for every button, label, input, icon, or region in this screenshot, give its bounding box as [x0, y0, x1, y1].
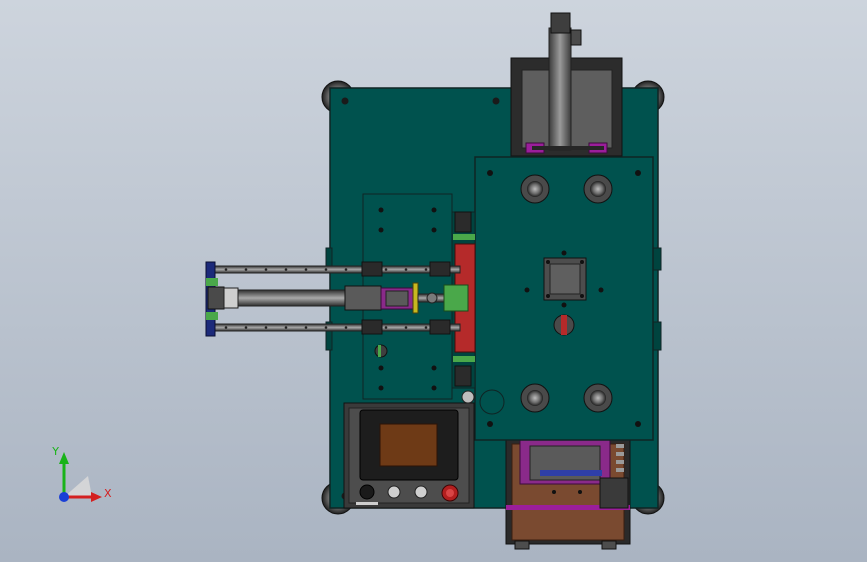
push-button[interactable]: [414, 485, 428, 499]
box-foot: [514, 540, 530, 550]
cylinder-end-block: [344, 285, 382, 311]
end-fitting: [207, 286, 225, 310]
cad-viewport[interactable]: Y X: [0, 0, 867, 562]
triad-z-axis: [59, 492, 69, 502]
center-flange-inner: [549, 263, 581, 295]
push-button[interactable]: [387, 485, 401, 499]
clamp-core: [385, 290, 409, 307]
guide-bushing: [583, 174, 613, 204]
column-cap: [454, 211, 472, 233]
bolt-hole: [580, 294, 584, 298]
linear-rail-upper: [211, 265, 461, 274]
bolt-hole: [492, 97, 500, 105]
triad-y-arrow: [59, 452, 69, 464]
side-tab: [652, 247, 662, 271]
green-coupler: [443, 284, 469, 312]
bottom-copper-box[interactable]: [505, 439, 631, 550]
green-tab: [453, 356, 475, 362]
cylinder-fitting: [570, 29, 582, 46]
green-tab: [453, 234, 475, 240]
hmi-screen[interactable]: [379, 423, 438, 467]
column-cap: [454, 365, 472, 387]
linear-rail-lower: [211, 323, 461, 332]
box-foot: [601, 540, 617, 550]
vertical-cylinder: [548, 27, 572, 151]
cylinder-cap: [550, 12, 571, 34]
bolt-hole: [578, 490, 582, 494]
green-clip: [206, 278, 218, 286]
triad-x-arrow: [91, 492, 102, 502]
small-fitting: [461, 390, 475, 404]
top-cylinder-assembly[interactable]: [510, 12, 623, 157]
green-clip: [206, 312, 218, 320]
guide-bushing: [520, 383, 550, 413]
bolt-hole: [580, 260, 584, 264]
blue-bar: [540, 470, 602, 476]
emergency-stop-cap: [446, 489, 454, 497]
horizontal-cylinder-barrel: [221, 289, 348, 307]
bolt-hole: [341, 97, 349, 105]
rail-carriage: [361, 319, 383, 335]
rail-carriage: [361, 261, 383, 277]
side-tab: [652, 321, 662, 351]
end-cap: [223, 287, 239, 309]
bolt-hole: [546, 294, 550, 298]
label-plate: [356, 502, 378, 505]
guide-bushing: [520, 174, 550, 204]
coordinate-triad: Y X: [51, 445, 112, 502]
triad-y-label: Y: [51, 445, 59, 458]
bolt-hole: [546, 260, 550, 264]
indicator-mark: [561, 315, 567, 335]
round-cover: [479, 389, 505, 415]
selector-switch[interactable]: [359, 484, 375, 500]
rail-carriage: [429, 261, 451, 277]
cylinder-bar: [532, 146, 604, 150]
sensor-mark: [378, 345, 381, 357]
rail-carriage: [429, 319, 451, 335]
guide-bushing: [583, 383, 613, 413]
bolt-hole: [552, 490, 556, 494]
triad-x-label: X: [104, 487, 112, 500]
terminal-block: [599, 477, 629, 509]
rod-joint: [426, 292, 438, 304]
control-panel[interactable]: [343, 402, 475, 509]
triad-plane: [64, 476, 92, 497]
yellow-plate: [412, 282, 419, 314]
